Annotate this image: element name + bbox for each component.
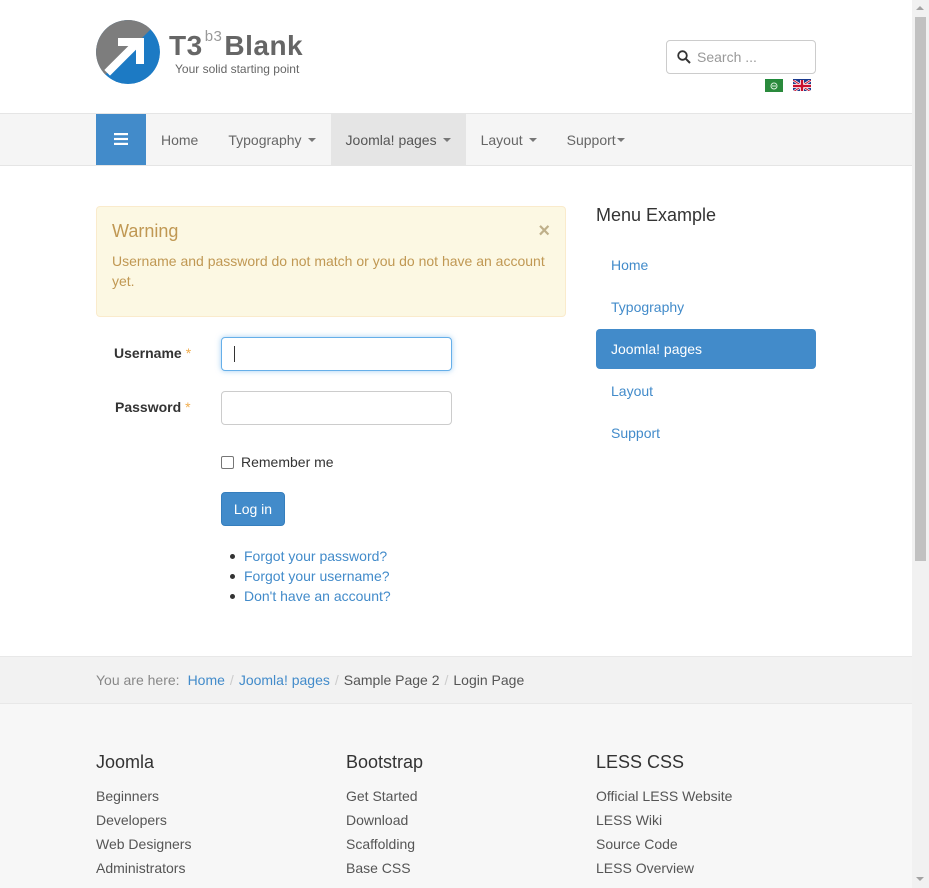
footer-link[interactable]: Administrators — [96, 856, 191, 880]
username-label: Username * — [114, 345, 192, 361]
menu-toggle-button[interactable] — [96, 114, 146, 165]
flag-uk-icon[interactable] — [793, 79, 811, 91]
footer-column-title: LESS CSS — [596, 752, 685, 772]
breadcrumb-prefix: You are here: — [96, 672, 180, 688]
flag-arabic-icon[interactable] — [765, 79, 783, 92]
required-marker: * — [185, 345, 192, 361]
sidebar-menu: Home Typography Joomla! pages Layout Sup… — [596, 245, 816, 455]
footer-link[interactable]: Beginners — [96, 784, 191, 808]
footer-link[interactable]: Developers — [96, 808, 191, 832]
footer-link[interactable]: Source Code — [596, 832, 732, 856]
breadcrumb-separator: / — [334, 672, 339, 688]
sidebar-item-layout[interactable]: Layout — [596, 371, 816, 411]
username-input[interactable] — [221, 337, 452, 371]
scroll-down-icon[interactable] — [916, 877, 924, 881]
alert-title: Warning — [112, 221, 179, 241]
checkbox[interactable] — [221, 455, 234, 469]
password-label: Password * — [115, 399, 191, 415]
site-footer: Joomla Beginners Developers Web Designer… — [0, 704, 912, 888]
footer-column-bootstrap: Bootstrap Get Started Download Scaffoldi… — [346, 752, 423, 880]
warning-alert: Warning × Username and password do not m… — [96, 206, 566, 317]
breadcrumb-separator: / — [444, 672, 449, 688]
nav-item-layout[interactable]: Layout — [466, 114, 552, 165]
sidebar-item-home[interactable]: Home — [596, 245, 816, 285]
caret-down-icon — [307, 137, 316, 142]
nav-item-typography[interactable]: Typography — [213, 114, 330, 165]
footer-link[interactable]: Base CSS — [346, 856, 423, 880]
nav-item-joomla-pages[interactable]: Joomla! pages — [330, 114, 466, 165]
page-scrollbar[interactable] — [912, 0, 929, 888]
close-icon[interactable]: × — [538, 221, 550, 241]
sidebar-item-joomla-pages[interactable]: Joomla! pages — [596, 329, 816, 369]
footer-column-title: Joomla — [96, 752, 155, 772]
breadcrumb: You are here: Home / Joomla! pages / Sam… — [0, 656, 912, 704]
sidebar-item-typography[interactable]: Typography — [596, 287, 816, 327]
breadcrumb-joomla-pages[interactable]: Joomla! pages — [239, 672, 330, 688]
text-cursor — [234, 346, 235, 362]
search-input[interactable] — [697, 47, 807, 67]
breadcrumb-sample-page: Sample Page 2 — [343, 672, 440, 688]
footer-column-less-css: LESS CSS Official LESS Website LESS Wiki… — [596, 752, 732, 880]
alert-message: Username and password do not match or yo… — [112, 253, 545, 289]
nav-item-home[interactable]: Home — [146, 114, 213, 165]
site-logo[interactable]: T3 b3Blank Your solid starting point — [96, 20, 326, 86]
breadcrumb-current: Login Page — [453, 672, 525, 688]
footer-column-joomla: Joomla Beginners Developers Web Designer… — [96, 752, 191, 880]
footer-link[interactable]: Get Started — [346, 784, 423, 808]
hamburger-icon — [114, 132, 128, 148]
caret-down-icon — [616, 137, 625, 142]
scroll-up-icon[interactable] — [916, 6, 924, 10]
breadcrumb-separator: / — [229, 672, 234, 688]
site-header: T3 b3Blank Your solid starting point — [0, 0, 912, 114]
nav-item-support[interactable]: Support — [552, 114, 640, 165]
footer-link[interactable]: Scaffolding — [346, 832, 423, 856]
remember-me-label: Remember me — [241, 454, 334, 470]
scrollbar-thumb[interactable] — [915, 17, 926, 561]
sidebar-item-support[interactable]: Support — [596, 413, 816, 453]
logo-arrow-icon — [96, 20, 160, 84]
logo-wordmark: T3 b3Blank — [169, 27, 304, 61]
list-item: Forgot your password? — [229, 546, 391, 566]
login-button[interactable]: Log in — [221, 492, 285, 526]
footer-link[interactable]: Official LESS Website — [596, 784, 732, 808]
main-navbar: Home Typography Joomla! pages Layout Sup… — [0, 114, 912, 166]
search-box[interactable] — [666, 40, 816, 74]
footer-link[interactable]: LESS Overview — [596, 856, 732, 880]
forgot-password-link[interactable]: Forgot your password? — [244, 548, 387, 564]
sidebar-title: Menu Example — [596, 205, 717, 225]
password-input[interactable] — [221, 391, 452, 425]
list-item: Don't have an account? — [229, 586, 391, 606]
footer-link[interactable]: Download — [346, 808, 423, 832]
forgot-username-link[interactable]: Forgot your username? — [244, 568, 390, 584]
caret-down-icon — [442, 137, 451, 142]
list-item: Forgot your username? — [229, 566, 391, 586]
register-link[interactable]: Don't have an account? — [244, 588, 391, 604]
footer-column-title: Bootstrap — [346, 752, 424, 772]
logo-tagline: Your solid starting point — [175, 62, 300, 76]
breadcrumb-home[interactable]: Home — [188, 672, 225, 688]
search-icon — [677, 50, 691, 64]
footer-link[interactable]: Web Designers — [96, 832, 191, 856]
login-help-links: Forgot your password? Forgot your userna… — [229, 546, 391, 606]
caret-down-icon — [528, 137, 537, 142]
remember-me-checkbox[interactable]: Remember me — [221, 454, 334, 470]
footer-link[interactable]: LESS Wiki — [596, 808, 732, 832]
required-marker: * — [185, 399, 191, 415]
